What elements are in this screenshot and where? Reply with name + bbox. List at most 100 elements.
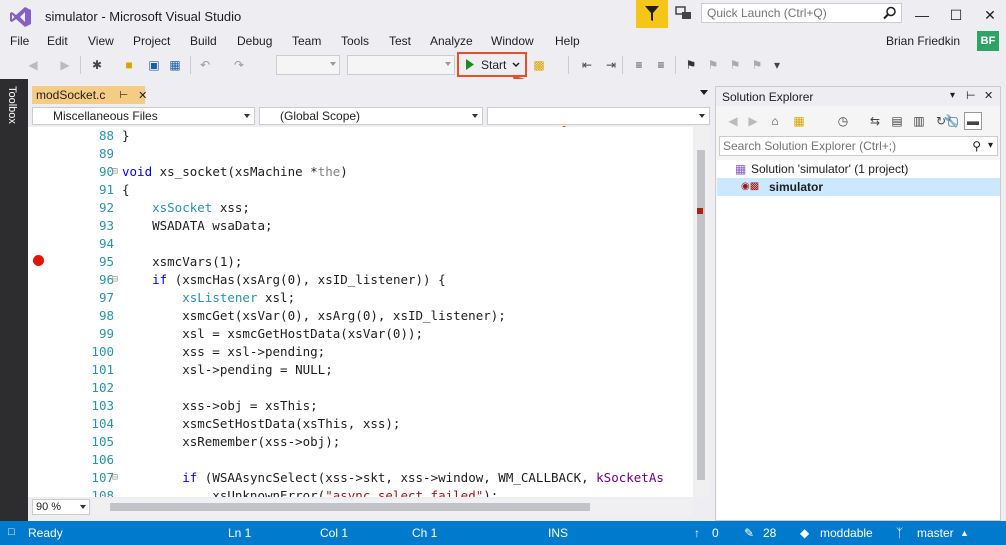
- zoom-dropdown[interactable]: 90 %: [32, 499, 90, 515]
- platform-dropdown[interactable]: [347, 55, 455, 75]
- menu-build[interactable]: Build: [190, 34, 217, 48]
- menu-help[interactable]: Help: [555, 34, 580, 48]
- menu-project[interactable]: Project: [133, 34, 170, 48]
- properties-icon[interactable]: 🔧: [942, 112, 960, 130]
- breakpoint-icon[interactable]: [33, 255, 44, 266]
- code-line: 99 xsl = xsmcGetHostData(xsVar(0));: [98, 326, 424, 341]
- save-icon[interactable]: ▣: [145, 56, 163, 74]
- scrollbar-marker: [697, 208, 703, 214]
- menu-file[interactable]: File: [10, 34, 29, 48]
- next-bookmark-icon[interactable]: ⚑: [726, 56, 744, 74]
- minimize-button[interactable]: —: [905, 0, 939, 30]
- menu-tools[interactable]: Tools: [341, 34, 369, 48]
- indent-icon[interactable]: ⇥: [602, 56, 620, 74]
- menu-window[interactable]: Window: [491, 34, 534, 48]
- tab-overflow-chevron-down-icon[interactable]: [700, 90, 708, 95]
- project-icon: ◉▩: [741, 181, 760, 192]
- branch-name[interactable]: master: [917, 526, 954, 540]
- user-name[interactable]: Brian Friedkin: [886, 34, 960, 48]
- open-folder-icon[interactable]: ■: [120, 56, 138, 74]
- new-project-icon[interactable]: ✱: [88, 56, 106, 74]
- menu-team[interactable]: Team: [292, 34, 321, 48]
- code-line: 102: [91, 380, 114, 395]
- search-icon[interactable]: ⚲: [972, 139, 981, 153]
- feedback-icon[interactable]: [674, 5, 694, 23]
- solution-explorer-search-input[interactable]: [720, 137, 966, 155]
- code-line: 92 xsSocket xss;: [98, 200, 250, 215]
- member-dropdown[interactable]: [487, 107, 710, 125]
- tree-item-solution[interactable]: ▦ Solution 'simulator' (1 project): [717, 160, 1000, 178]
- back-icon[interactable]: ◀: [24, 56, 42, 74]
- uncomment-icon[interactable]: ≡: [652, 56, 670, 74]
- repository-icon[interactable]: ◆: [800, 526, 809, 540]
- menu-test[interactable]: Test: [389, 34, 411, 48]
- back-icon[interactable]: ◀: [724, 112, 742, 130]
- configuration-dropdown[interactable]: [276, 55, 340, 75]
- play-icon: [466, 59, 474, 70]
- toolbar-overflow-icon[interactable]: ▾: [768, 56, 786, 74]
- code-line: 105 xsRemember(xss->obj);: [91, 434, 341, 449]
- menu-view[interactable]: View: [88, 34, 114, 48]
- home-icon[interactable]: ⌂: [766, 112, 784, 130]
- code-line: 108 xsUnknownError("async select failed"…: [91, 488, 499, 497]
- menu-bar: File Edit View Project Build Debug Team …: [0, 31, 1006, 51]
- pending-changes-icon[interactable]: ◷: [834, 112, 852, 130]
- panel-menu-chevron-down-icon[interactable]: ▾: [950, 90, 955, 101]
- code-line: 91{: [98, 182, 130, 197]
- pending-changes-count[interactable]: 28: [763, 526, 776, 540]
- forward-icon[interactable]: ▶: [744, 112, 762, 130]
- bookmark-icon[interactable]: ⚑: [682, 56, 700, 74]
- maximize-button[interactable]: ☐: [939, 0, 973, 30]
- chevron-up-icon[interactable]: ▲: [960, 528, 969, 538]
- scope-dropdown[interactable]: (Global Scope): [259, 107, 483, 125]
- pin-icon[interactable]: ⊢: [119, 90, 128, 101]
- menu-analyze[interactable]: Analyze: [430, 34, 473, 48]
- solution-explorer-title: Solution Explorer: [722, 90, 814, 104]
- solution-explorer-search[interactable]: ⚲ ▾: [719, 136, 998, 156]
- quick-launch-input[interactable]: [702, 4, 887, 22]
- code-line: 100 xss = xsl->pending;: [91, 344, 326, 359]
- toolbox-tab[interactable]: Toolbox: [6, 86, 18, 124]
- code-editor[interactable]: 88} 89 90 ⊟ void xs_socket(xsMachine *the)…: [28, 127, 693, 497]
- tab-modsocket[interactable]: modSocket.c ⊢ ✕: [32, 86, 147, 104]
- avatar[interactable]: BF: [977, 31, 999, 51]
- collapse-all-icon[interactable]: ▤: [888, 112, 906, 130]
- status-insert-mode: INS: [548, 526, 569, 540]
- toolbox-strip[interactable]: [0, 79, 28, 521]
- arrow-up-icon[interactable]: ↑: [694, 526, 700, 540]
- code-line: 94: [98, 236, 114, 251]
- ready-icon: □: [8, 526, 15, 538]
- menu-debug[interactable]: Debug: [237, 34, 272, 48]
- unpublished-count[interactable]: 0: [712, 526, 719, 540]
- horizontal-scrollbar-thumb[interactable]: [110, 503, 590, 511]
- tree-item-project[interactable]: ◉▩ simulator: [717, 178, 1000, 196]
- close-button[interactable]: ✕: [973, 0, 1006, 30]
- branch-icon[interactable]: ᛉ: [896, 526, 903, 540]
- status-column: Col 1: [320, 526, 349, 540]
- chevron-down-icon[interactable]: ▾: [988, 140, 993, 151]
- solution-label: Solution 'simulator' (1 project): [751, 162, 909, 176]
- redo-icon[interactable]: ↷: [230, 56, 248, 74]
- show-all-files-icon[interactable]: ▥: [910, 112, 928, 130]
- switch-views-icon[interactable]: ▦: [790, 112, 808, 130]
- save-all-icon[interactable]: ▦: [166, 56, 184, 74]
- undo-icon[interactable]: ↶: [196, 56, 214, 74]
- prev-bookmark-icon[interactable]: ⚑: [704, 56, 722, 74]
- pencil-icon[interactable]: ✎: [744, 526, 754, 540]
- clear-bookmarks-icon[interactable]: ⚑: [748, 56, 766, 74]
- vertical-scrollbar-thumb[interactable]: [697, 150, 705, 480]
- repository-name[interactable]: moddable: [820, 526, 873, 540]
- filter-icon: [645, 6, 659, 21]
- quick-launch-search[interactable]: [701, 3, 902, 23]
- preview-icon[interactable]: ▬: [964, 112, 982, 130]
- close-icon[interactable]: ✕: [984, 89, 993, 102]
- code-line: 95 xsmcVars(1);: [98, 254, 243, 269]
- comment-icon[interactable]: ≡: [630, 56, 648, 74]
- pin-icon[interactable]: ⊢: [966, 89, 976, 102]
- close-icon[interactable]: ✕: [138, 89, 147, 102]
- menu-edit[interactable]: Edit: [47, 34, 68, 48]
- forward-icon[interactable]: ▶: [56, 56, 74, 74]
- notification-filter-button[interactable]: [636, 0, 668, 28]
- sync-icon[interactable]: ⇆: [866, 112, 884, 130]
- project-dropdown[interactable]: Miscellaneous Files: [32, 107, 255, 125]
